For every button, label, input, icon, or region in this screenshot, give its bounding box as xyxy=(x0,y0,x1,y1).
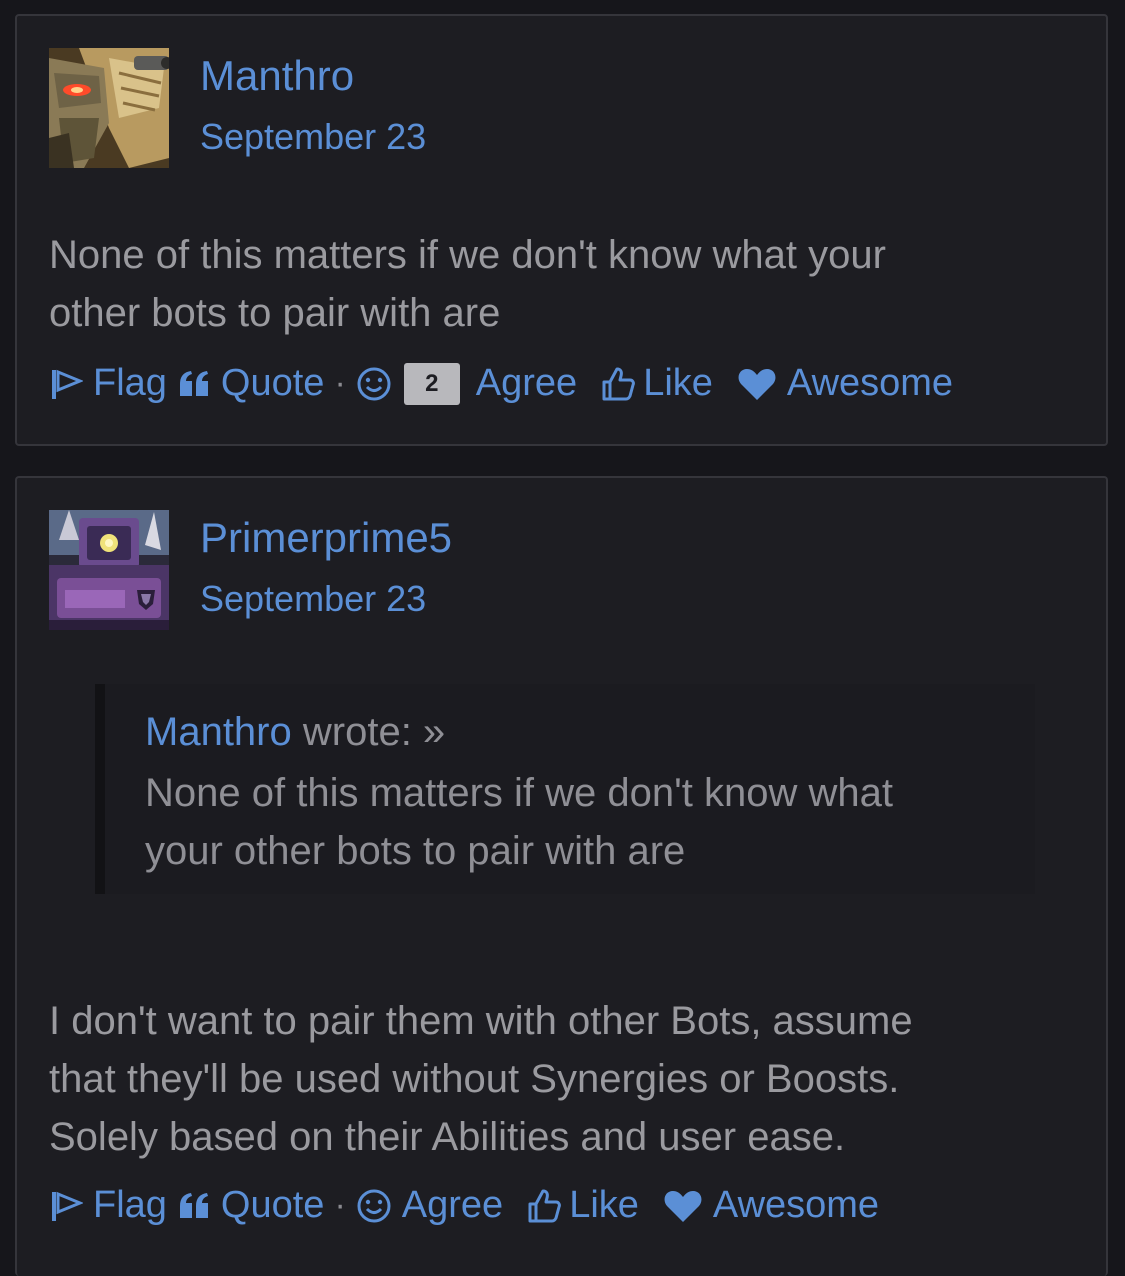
quote-line: None of this matters if we don't know wh… xyxy=(145,771,893,815)
comment-body: I don't want to pair them with other Bot… xyxy=(49,992,1069,1166)
smiley-icon xyxy=(357,367,391,400)
quote-wrote-label[interactable]: wrote: » xyxy=(303,710,445,754)
comment-card: Primerprime5 September 23 Manthro wrote:… xyxy=(15,476,1108,1276)
agree-label: Agree xyxy=(475,362,578,404)
bird-robot-avatar-icon xyxy=(49,48,169,168)
agree-button[interactable]: Agree xyxy=(476,362,577,405)
quote-header: Manthro wrote: » xyxy=(145,710,445,755)
username[interactable]: Primerprime5 xyxy=(200,514,452,562)
username[interactable]: Manthro xyxy=(200,52,354,100)
flag-button[interactable]: Flag xyxy=(49,1184,167,1227)
thumbs-up-icon xyxy=(528,1189,562,1222)
quote-button[interactable]: Quote xyxy=(179,1184,325,1227)
agree-button[interactable]: Agree xyxy=(356,1184,503,1227)
like-button[interactable]: Like xyxy=(527,1184,639,1227)
flag-button[interactable]: Flag xyxy=(49,362,167,405)
comment-line: None of this matters if we don't know wh… xyxy=(49,233,886,277)
like-label: Like xyxy=(569,1184,639,1226)
comment-line: other bots to pair with are xyxy=(49,291,501,335)
quote-icon xyxy=(179,370,208,396)
reaction-bar: Flag Quote · Agree Like Awesome xyxy=(49,1184,879,1227)
quote-icon xyxy=(179,1192,208,1218)
like-label: Like xyxy=(643,362,713,404)
reaction-count-badge: 2 xyxy=(403,362,460,405)
post-date[interactable]: September 23 xyxy=(200,116,426,158)
flag-label: Flag xyxy=(93,1184,167,1226)
agree-label: Agree xyxy=(401,1184,504,1226)
reaction-bar: Flag Quote · 2 Agree Like Awesome xyxy=(49,362,953,405)
like-button[interactable]: Like xyxy=(601,362,713,405)
purple-robot-avatar-icon xyxy=(49,510,169,630)
comment-body: None of this matters if we don't know wh… xyxy=(49,226,1069,342)
blockquote: Manthro wrote: » None of this matters if… xyxy=(95,684,1035,894)
awesome-button[interactable]: Awesome xyxy=(737,362,953,405)
comment-card: Manthro September 23 None of this matter… xyxy=(15,14,1108,446)
separator: · xyxy=(334,364,346,402)
flag-icon xyxy=(52,1191,83,1221)
awesome-label: Awesome xyxy=(712,1184,880,1226)
comment-line: I don't want to pair them with other Bot… xyxy=(49,999,913,1043)
quote-body: None of this matters if we don't know wh… xyxy=(145,764,1025,880)
quote-label: Quote xyxy=(220,362,325,404)
smiley-icon xyxy=(357,1189,391,1222)
reaction-picker-button[interactable] xyxy=(356,366,392,402)
awesome-label: Awesome xyxy=(786,362,954,404)
flag-icon xyxy=(52,369,83,399)
heart-icon xyxy=(664,1190,702,1222)
separator: · xyxy=(334,1186,346,1224)
avatar[interactable] xyxy=(49,48,169,168)
quote-label: Quote xyxy=(220,1184,325,1226)
comment-line: Solely based on their Abilities and user… xyxy=(49,1115,846,1159)
quote-author-link[interactable]: Manthro xyxy=(145,710,292,754)
awesome-button[interactable]: Awesome xyxy=(663,1184,879,1227)
quote-line: your other bots to pair with are xyxy=(145,829,686,873)
heart-icon xyxy=(738,368,776,400)
post-date[interactable]: September 23 xyxy=(200,578,426,620)
flag-label: Flag xyxy=(93,362,167,404)
comment-line: that they'll be used without Synergies o… xyxy=(49,1057,900,1101)
thumbs-up-icon xyxy=(602,367,636,400)
quote-button[interactable]: Quote xyxy=(179,362,325,405)
avatar[interactable] xyxy=(49,510,169,630)
